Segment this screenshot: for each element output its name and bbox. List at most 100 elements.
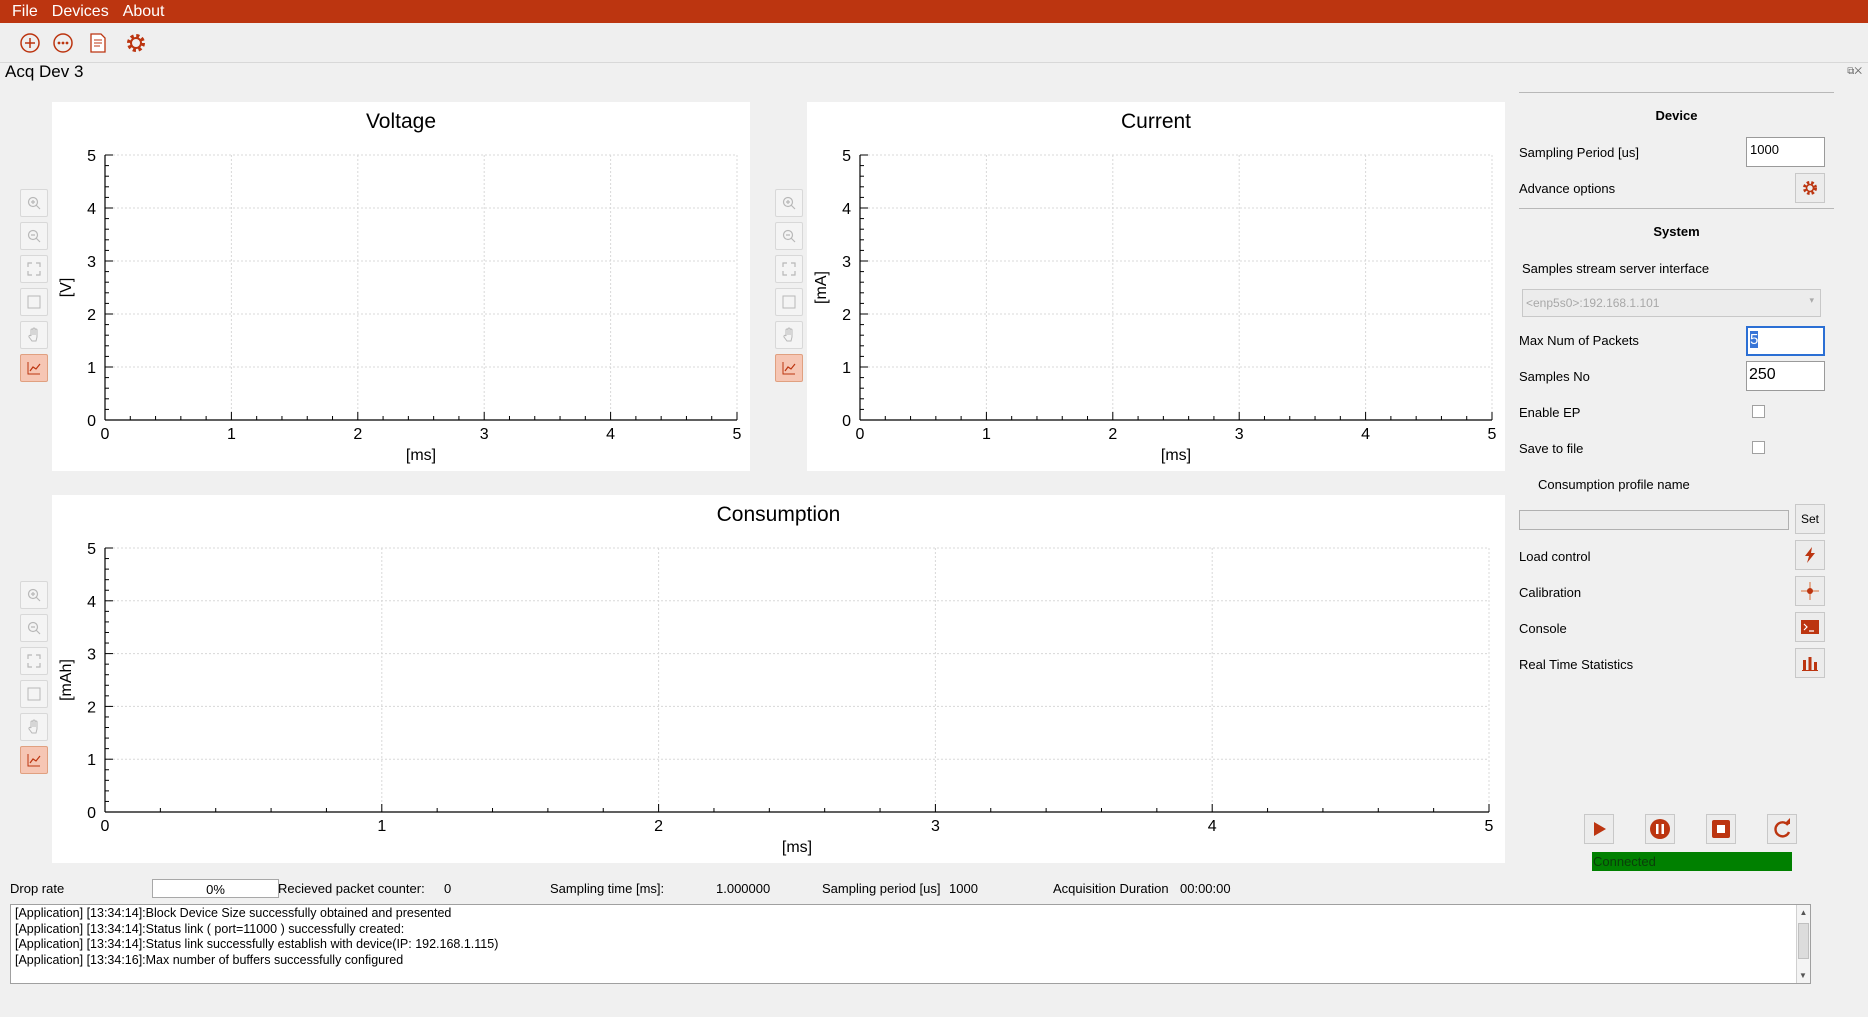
fit-view-icon (27, 654, 41, 668)
zoom-out-tool-button[interactable] (775, 222, 803, 250)
max-packets-input[interactable]: 5 (1746, 326, 1825, 356)
voltage-plot[interactable]: Voltage 0 0 1 1 2 2 3 3 4 4 5 5 [ms] [V] (52, 102, 750, 471)
advance-options-button[interactable] (1795, 173, 1825, 203)
load-control-button[interactable] (1795, 540, 1825, 570)
max-packets-label: Max Num of Packets (1519, 333, 1639, 348)
menu-devices[interactable]: Devices (52, 3, 109, 21)
document-icon[interactable] (86, 31, 110, 55)
add-icon[interactable] (18, 31, 42, 55)
x-axis-label: [ms] (782, 839, 812, 856)
chevron-down-icon: ▾ (1809, 295, 1814, 305)
dock-buttons[interactable]: ⧉✕ (1847, 66, 1862, 77)
zoom-out-tool-button[interactable] (20, 222, 48, 250)
x-tick-label: 0 (101, 818, 110, 835)
refresh-button[interactable] (1767, 814, 1797, 844)
profile-name-input[interactable] (1519, 510, 1789, 530)
select-area-icon (27, 295, 41, 309)
play-button[interactable] (1584, 814, 1614, 844)
sampling-period-input[interactable]: 1000 (1746, 137, 1825, 167)
x-tick-label: 3 (1235, 426, 1244, 443)
x-tick-label: 1 (377, 818, 386, 835)
lightning-icon (1805, 547, 1815, 563)
pan-hand-tool-button[interactable] (20, 321, 48, 349)
consumption-plot[interactable]: Consumption 0 0 1 1 2 2 3 3 4 4 5 5 [ms] [mAh] (52, 495, 1505, 863)
x-tick-label: 3 (931, 818, 940, 835)
y-tick-label: 3 (87, 647, 96, 664)
y-axis-label: [V] (58, 278, 75, 298)
system-header: System (1653, 224, 1700, 239)
fit-view-tool-button[interactable] (20, 647, 48, 675)
y-tick-label: 4 (842, 201, 851, 218)
y-tick-label: 5 (87, 148, 96, 165)
log-console[interactable]: [Application] [13:34:14]:Block Device Si… (10, 904, 1811, 984)
terminal-icon (1801, 620, 1819, 634)
log-line: [Application] [13:34:16]:Max number of b… (15, 952, 404, 967)
x-tick-label: 4 (1208, 818, 1217, 835)
y-tick-label: 0 (87, 413, 96, 430)
rts-button[interactable] (1795, 648, 1825, 678)
stop-button[interactable] (1706, 814, 1736, 844)
log-line: [Application] [13:34:14]:Status link suc… (15, 937, 499, 951)
y-tick-label: 2 (87, 307, 96, 324)
zoom-in-tool-button[interactable] (20, 581, 48, 609)
select-area-tool-button[interactable] (20, 288, 48, 316)
y-tick-label: 1 (842, 360, 851, 377)
line-chart-icon (27, 754, 41, 767)
y-tick-label: 2 (842, 307, 851, 324)
settings-gear-icon[interactable] (124, 31, 148, 55)
x-tick-label: 5 (733, 426, 742, 443)
line-chart-tool-button[interactable] (20, 354, 48, 382)
fit-view-tool-button[interactable] (775, 255, 803, 283)
pause-icon (1650, 819, 1670, 839)
menu-about[interactable]: About (123, 3, 165, 21)
save-to-file-checkbox[interactable] (1752, 441, 1765, 454)
console-label: Console (1519, 621, 1567, 636)
x-axis-label: [ms] (406, 447, 436, 464)
y-tick-label: 3 (87, 254, 96, 271)
crosshair-icon (1801, 582, 1819, 600)
drop-rate-bar: 0% (152, 879, 279, 898)
x-tick-label: 2 (654, 818, 663, 835)
select-area-icon (27, 687, 41, 701)
fit-view-icon (27, 262, 41, 276)
zoom-out-icon (27, 229, 41, 243)
zoom-out-tool-button[interactable] (20, 614, 48, 642)
max-packets-value: 5 (1750, 331, 1759, 348)
load-control-label: Load control (1519, 549, 1591, 564)
stream-interface-label: Samples stream server interface (1522, 261, 1710, 276)
pan-hand-tool-button[interactable] (775, 321, 803, 349)
y-tick-label: 5 (842, 148, 851, 165)
menu-file[interactable]: File (12, 3, 38, 21)
drop-rate-label: Drop rate (10, 881, 65, 896)
more-icon[interactable] (51, 31, 75, 55)
calibration-button[interactable] (1795, 576, 1825, 606)
zoom-in-tool-button[interactable] (775, 189, 803, 217)
enable-ep-checkbox[interactable] (1752, 405, 1765, 418)
set-button[interactable]: Set (1795, 504, 1825, 534)
line-chart-tool-button[interactable] (775, 354, 803, 382)
zoom-in-icon (782, 196, 796, 210)
y-tick-label: 1 (87, 752, 96, 769)
pan-hand-icon (28, 719, 38, 734)
samples-no-input[interactable]: 250 (1746, 361, 1825, 391)
console-button[interactable] (1795, 612, 1825, 642)
stream-interface-select[interactable]: <enp5s0>:192.168.1.101 ▾ (1522, 289, 1821, 317)
zoom-out-icon (27, 621, 41, 635)
bar-chart-icon (1802, 657, 1818, 671)
status-bar: Drop rate 0% Recieved packet counter: 0 … (8, 878, 1868, 900)
voltage-plot-tools (20, 189, 48, 387)
fit-view-tool-button[interactable] (20, 255, 48, 283)
y-tick-label: 0 (842, 413, 851, 430)
x-tick-label: 5 (1485, 818, 1494, 835)
log-scrollbar[interactable]: ▲ ▼ (1796, 905, 1810, 983)
current-plot[interactable]: Current 0 0 1 1 2 2 3 3 4 4 5 5 [ms] [mA] (807, 102, 1505, 471)
pause-button[interactable] (1645, 814, 1675, 844)
consumption-plot-tools (20, 581, 48, 779)
pan-hand-tool-button[interactable] (20, 713, 48, 741)
save-to-file-label: Save to file (1519, 441, 1584, 456)
select-area-tool-button[interactable] (775, 288, 803, 316)
select-area-tool-button[interactable] (20, 680, 48, 708)
line-chart-tool-button[interactable] (20, 746, 48, 774)
zoom-in-tool-button[interactable] (20, 189, 48, 217)
log-line: [Application] [13:34:14]:Block Device Si… (15, 906, 452, 920)
